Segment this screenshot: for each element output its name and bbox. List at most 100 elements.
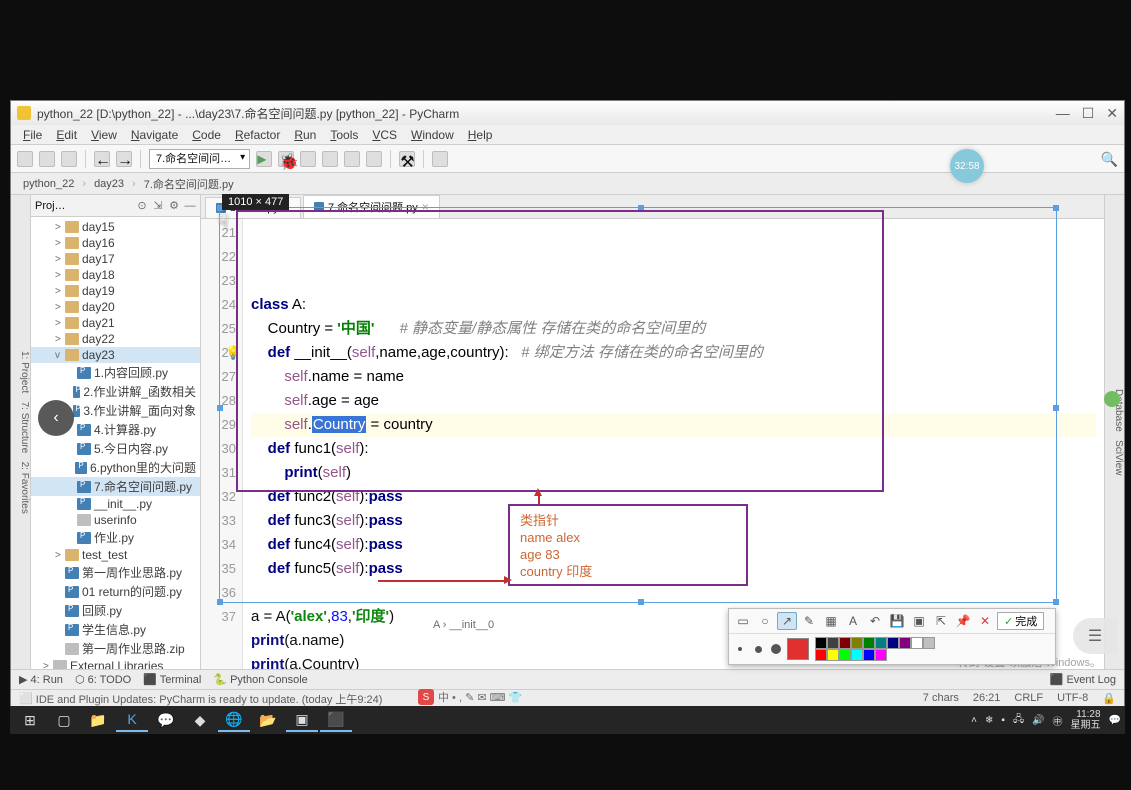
proj-settings-icon[interactable]: ⚙ bbox=[168, 200, 180, 212]
color-swatch[interactable] bbox=[863, 649, 875, 661]
color-swatch[interactable] bbox=[851, 637, 863, 649]
tree-item[interactable]: 6.python里的大问题 bbox=[31, 458, 200, 477]
status-lock-icon[interactable]: 🔒 bbox=[1102, 692, 1116, 705]
start-button[interactable]: ⊞ bbox=[14, 708, 46, 732]
tab-close-icon[interactable]: × bbox=[422, 200, 429, 214]
tree-item[interactable]: >External Libraries bbox=[31, 658, 200, 669]
color-swatch[interactable] bbox=[827, 649, 839, 661]
snip-text-icon[interactable]: A bbox=[843, 612, 863, 630]
tree-item[interactable]: >day15 bbox=[31, 219, 200, 235]
tree-item[interactable]: >day19 bbox=[31, 283, 200, 299]
tree-item[interactable]: 01 return的问题.py bbox=[31, 582, 200, 601]
menu-file[interactable]: File bbox=[17, 128, 48, 142]
snip-ellipse-icon[interactable]: ○ bbox=[755, 612, 775, 630]
event-log-tab[interactable]: ⬛ Event Log bbox=[1050, 673, 1116, 686]
status-crlf[interactable]: CRLF bbox=[1014, 692, 1043, 705]
brush-large[interactable] bbox=[769, 642, 783, 656]
tree-item[interactable]: >day21 bbox=[31, 315, 200, 331]
bottom-tab[interactable]: ⬛ Terminal bbox=[143, 673, 201, 686]
color-swatch[interactable] bbox=[875, 637, 887, 649]
coverage-button[interactable] bbox=[300, 151, 316, 167]
proj-collapse-icon[interactable]: ⇲ bbox=[152, 200, 164, 212]
menu-tools[interactable]: Tools bbox=[324, 128, 364, 142]
tray-network-icon[interactable]: 🖧 bbox=[1013, 712, 1024, 729]
tree-item[interactable]: >day16 bbox=[31, 235, 200, 251]
snip-arrow-icon[interactable]: ↗ bbox=[777, 612, 797, 630]
tree-item[interactable]: 7.命名空间问题.py bbox=[31, 477, 200, 496]
snip-rect-icon[interactable]: ▭ bbox=[733, 612, 753, 630]
color-swatch[interactable] bbox=[839, 637, 851, 649]
color-swatch[interactable] bbox=[923, 637, 935, 649]
sogou-ime-bar[interactable]: S 中 • , ✎ ✉ ⌨ 👕 bbox=[418, 688, 522, 706]
explorer-icon[interactable]: 📁 bbox=[82, 708, 114, 732]
tree-item[interactable]: 2.作业讲解_函数相关 bbox=[31, 382, 200, 401]
search-icon[interactable]: 🔍 bbox=[1101, 151, 1118, 168]
snip-share-icon[interactable]: ▣ bbox=[909, 612, 929, 630]
close-button[interactable]: ✕ bbox=[1106, 105, 1118, 122]
code-breadcrumb[interactable]: A › __init__0 bbox=[433, 619, 494, 631]
brush-med[interactable] bbox=[751, 642, 765, 656]
refresh-button[interactable] bbox=[61, 151, 77, 167]
snip-save-icon[interactable]: 💾 bbox=[887, 612, 907, 630]
color-swatch[interactable] bbox=[815, 649, 827, 661]
tree-item[interactable]: >day17 bbox=[31, 251, 200, 267]
video-prev-button[interactable]: ‹ bbox=[38, 400, 74, 436]
snip-brush-icon[interactable]: ✎ bbox=[799, 612, 819, 630]
right-gutter-tabs[interactable]: Database SciView bbox=[1104, 195, 1124, 669]
tree-item[interactable]: userinfo bbox=[31, 512, 200, 528]
maximize-button[interactable]: ☐ bbox=[1082, 105, 1095, 122]
pycharm-taskbar-icon[interactable]: ▣ bbox=[286, 708, 318, 732]
color-swatch[interactable] bbox=[911, 637, 923, 649]
breadcrumb-item[interactable]: python_22 bbox=[19, 178, 78, 190]
tree-item[interactable]: __init__.py bbox=[31, 496, 200, 512]
minimize-button[interactable]: — bbox=[1056, 105, 1070, 122]
run-button[interactable]: ▶ bbox=[256, 151, 272, 167]
left-gutter-tabs[interactable]: 1: Project 7: Structure 2: Favorites bbox=[11, 195, 31, 669]
menu-help[interactable]: Help bbox=[462, 128, 499, 142]
editor-tab[interactable]: 7.命名空间问题.py × bbox=[303, 195, 440, 218]
stop-button[interactable] bbox=[344, 151, 360, 167]
menu-window[interactable]: Window bbox=[405, 128, 460, 142]
forward-button[interactable]: → bbox=[116, 151, 132, 167]
bottom-tab[interactable]: 🐍 Python Console bbox=[213, 673, 307, 686]
color-swatch[interactable] bbox=[827, 637, 839, 649]
color-swatch[interactable] bbox=[851, 649, 863, 661]
snip-pin-icon[interactable]: 📌 bbox=[953, 612, 973, 630]
tray-icon-1[interactable]: ❄ bbox=[985, 715, 993, 726]
snip-undo-icon[interactable]: ↶ bbox=[865, 612, 885, 630]
tree-item[interactable]: 学生信息.py bbox=[31, 620, 200, 639]
video-menu-button[interactable]: ☰ bbox=[1073, 618, 1117, 654]
tree-item[interactable]: >test_test bbox=[31, 547, 200, 563]
tray-ime-icon[interactable]: ㊥ bbox=[1053, 713, 1063, 728]
menu-view[interactable]: View bbox=[85, 128, 123, 142]
tree-item[interactable]: >day20 bbox=[31, 299, 200, 315]
debug-button[interactable]: 🐞 bbox=[278, 151, 294, 167]
proj-hide-icon[interactable]: — bbox=[184, 200, 196, 212]
snip-cancel-icon[interactable]: ✕ bbox=[975, 612, 995, 630]
color-swatch[interactable] bbox=[899, 637, 911, 649]
brush-small[interactable] bbox=[733, 642, 747, 656]
menu-code[interactable]: Code bbox=[186, 128, 227, 142]
folder-icon[interactable]: 📂 bbox=[252, 708, 284, 732]
breadcrumb-item[interactable]: day23 bbox=[90, 178, 128, 190]
kugou-icon[interactable]: K bbox=[116, 708, 148, 732]
chat-icon[interactable]: 💬 bbox=[150, 708, 182, 732]
snip-export-icon[interactable]: ⇱ bbox=[931, 612, 951, 630]
structure-button[interactable] bbox=[432, 151, 448, 167]
status-encoding[interactable]: UTF-8 bbox=[1057, 692, 1088, 705]
terminal-icon[interactable]: ⬛ bbox=[320, 708, 352, 732]
menu-navigate[interactable]: Navigate bbox=[125, 128, 184, 142]
tree-item[interactable]: >day22 bbox=[31, 331, 200, 347]
snip-done-button[interactable]: ✓完成 bbox=[997, 612, 1044, 630]
color-swatch[interactable] bbox=[839, 649, 851, 661]
tree-item[interactable]: 第一周作业思路.zip bbox=[31, 639, 200, 658]
color-swatch[interactable] bbox=[815, 637, 827, 649]
bottom-tab[interactable]: ▶ 4: Run bbox=[19, 673, 63, 686]
tree-item[interactable]: >day18 bbox=[31, 267, 200, 283]
app-icon-1[interactable]: ◆ bbox=[184, 708, 216, 732]
intention-bulb-icon[interactable]: 💡 bbox=[225, 341, 241, 365]
tray-icon-2[interactable]: ▪ bbox=[1001, 715, 1005, 726]
proj-sync-icon[interactable]: ⊙ bbox=[136, 200, 148, 212]
notifications-icon[interactable]: 💬 bbox=[1109, 715, 1121, 726]
menu-edit[interactable]: Edit bbox=[50, 128, 83, 142]
